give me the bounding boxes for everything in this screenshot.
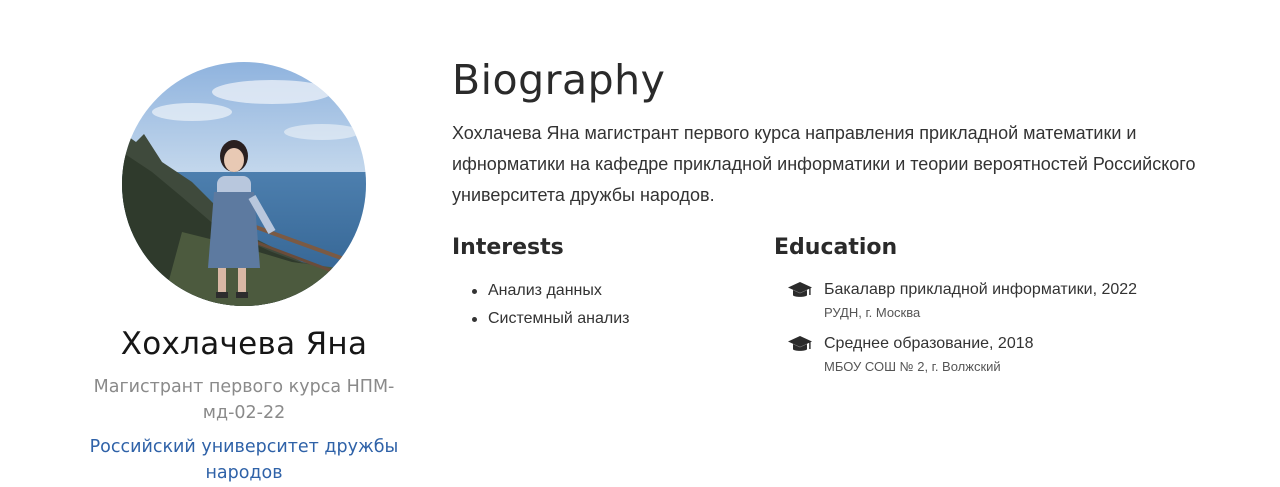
- education-list: Бакалавр прикладной информатики, 2022 РУ…: [774, 277, 1214, 377]
- avatar: [122, 62, 366, 306]
- education-heading: Education: [774, 235, 898, 260]
- interest-label: Анализ данных: [488, 282, 602, 299]
- profile-card: Хохлачева Яна Магистрант первого курса Н…: [70, 62, 418, 486]
- interests-heading: Interests: [452, 235, 564, 260]
- education-institution: МБОУ СОШ № 2, г. Волжский: [824, 359, 1001, 374]
- biography-section: Biography Хохлачева Яна магистрант перво…: [452, 52, 1232, 393]
- interests-list: Анализ данных Системный анализ: [452, 277, 752, 333]
- avatar-photo: [122, 62, 366, 306]
- biography-heading: Biography: [452, 56, 666, 104]
- list-item: Среднее образование, 2018 МБОУ СОШ № 2, …: [788, 331, 1214, 377]
- education-section: Education Бакалавр прикладной информатик…: [774, 233, 1214, 385]
- biography-text: Хохлачева Яна магистрант первого курса н…: [452, 123, 1196, 205]
- education-degree: Среднее образование, 2018: [824, 335, 1034, 352]
- bullet-icon: [472, 317, 477, 322]
- interest-label: Системный анализ: [488, 310, 630, 327]
- organization-link[interactable]: Российский университет дружбы народов: [74, 434, 414, 486]
- profile-role: Магистрант первого курса НПМ-мд-02-22: [93, 377, 395, 423]
- graduation-cap-icon: [788, 282, 812, 297]
- list-item: Бакалавр прикладной информатики, 2022 РУ…: [788, 277, 1214, 323]
- about-page: Хохлачева Яна Магистрант первого курса Н…: [0, 0, 1280, 487]
- bullet-icon: [472, 289, 477, 294]
- interests-section: Interests Анализ данных Системный анализ: [452, 233, 752, 333]
- details-columns: Interests Анализ данных Системный анализ…: [452, 233, 1232, 393]
- list-item: Системный анализ: [472, 305, 752, 333]
- graduation-cap-icon: [788, 336, 812, 351]
- profile-name: Хохлачева Яна: [120, 326, 368, 362]
- education-degree: Бакалавр прикладной информатики, 2022: [824, 281, 1138, 298]
- list-item: Анализ данных: [472, 277, 752, 305]
- education-institution: РУДН, г. Москва: [824, 305, 921, 320]
